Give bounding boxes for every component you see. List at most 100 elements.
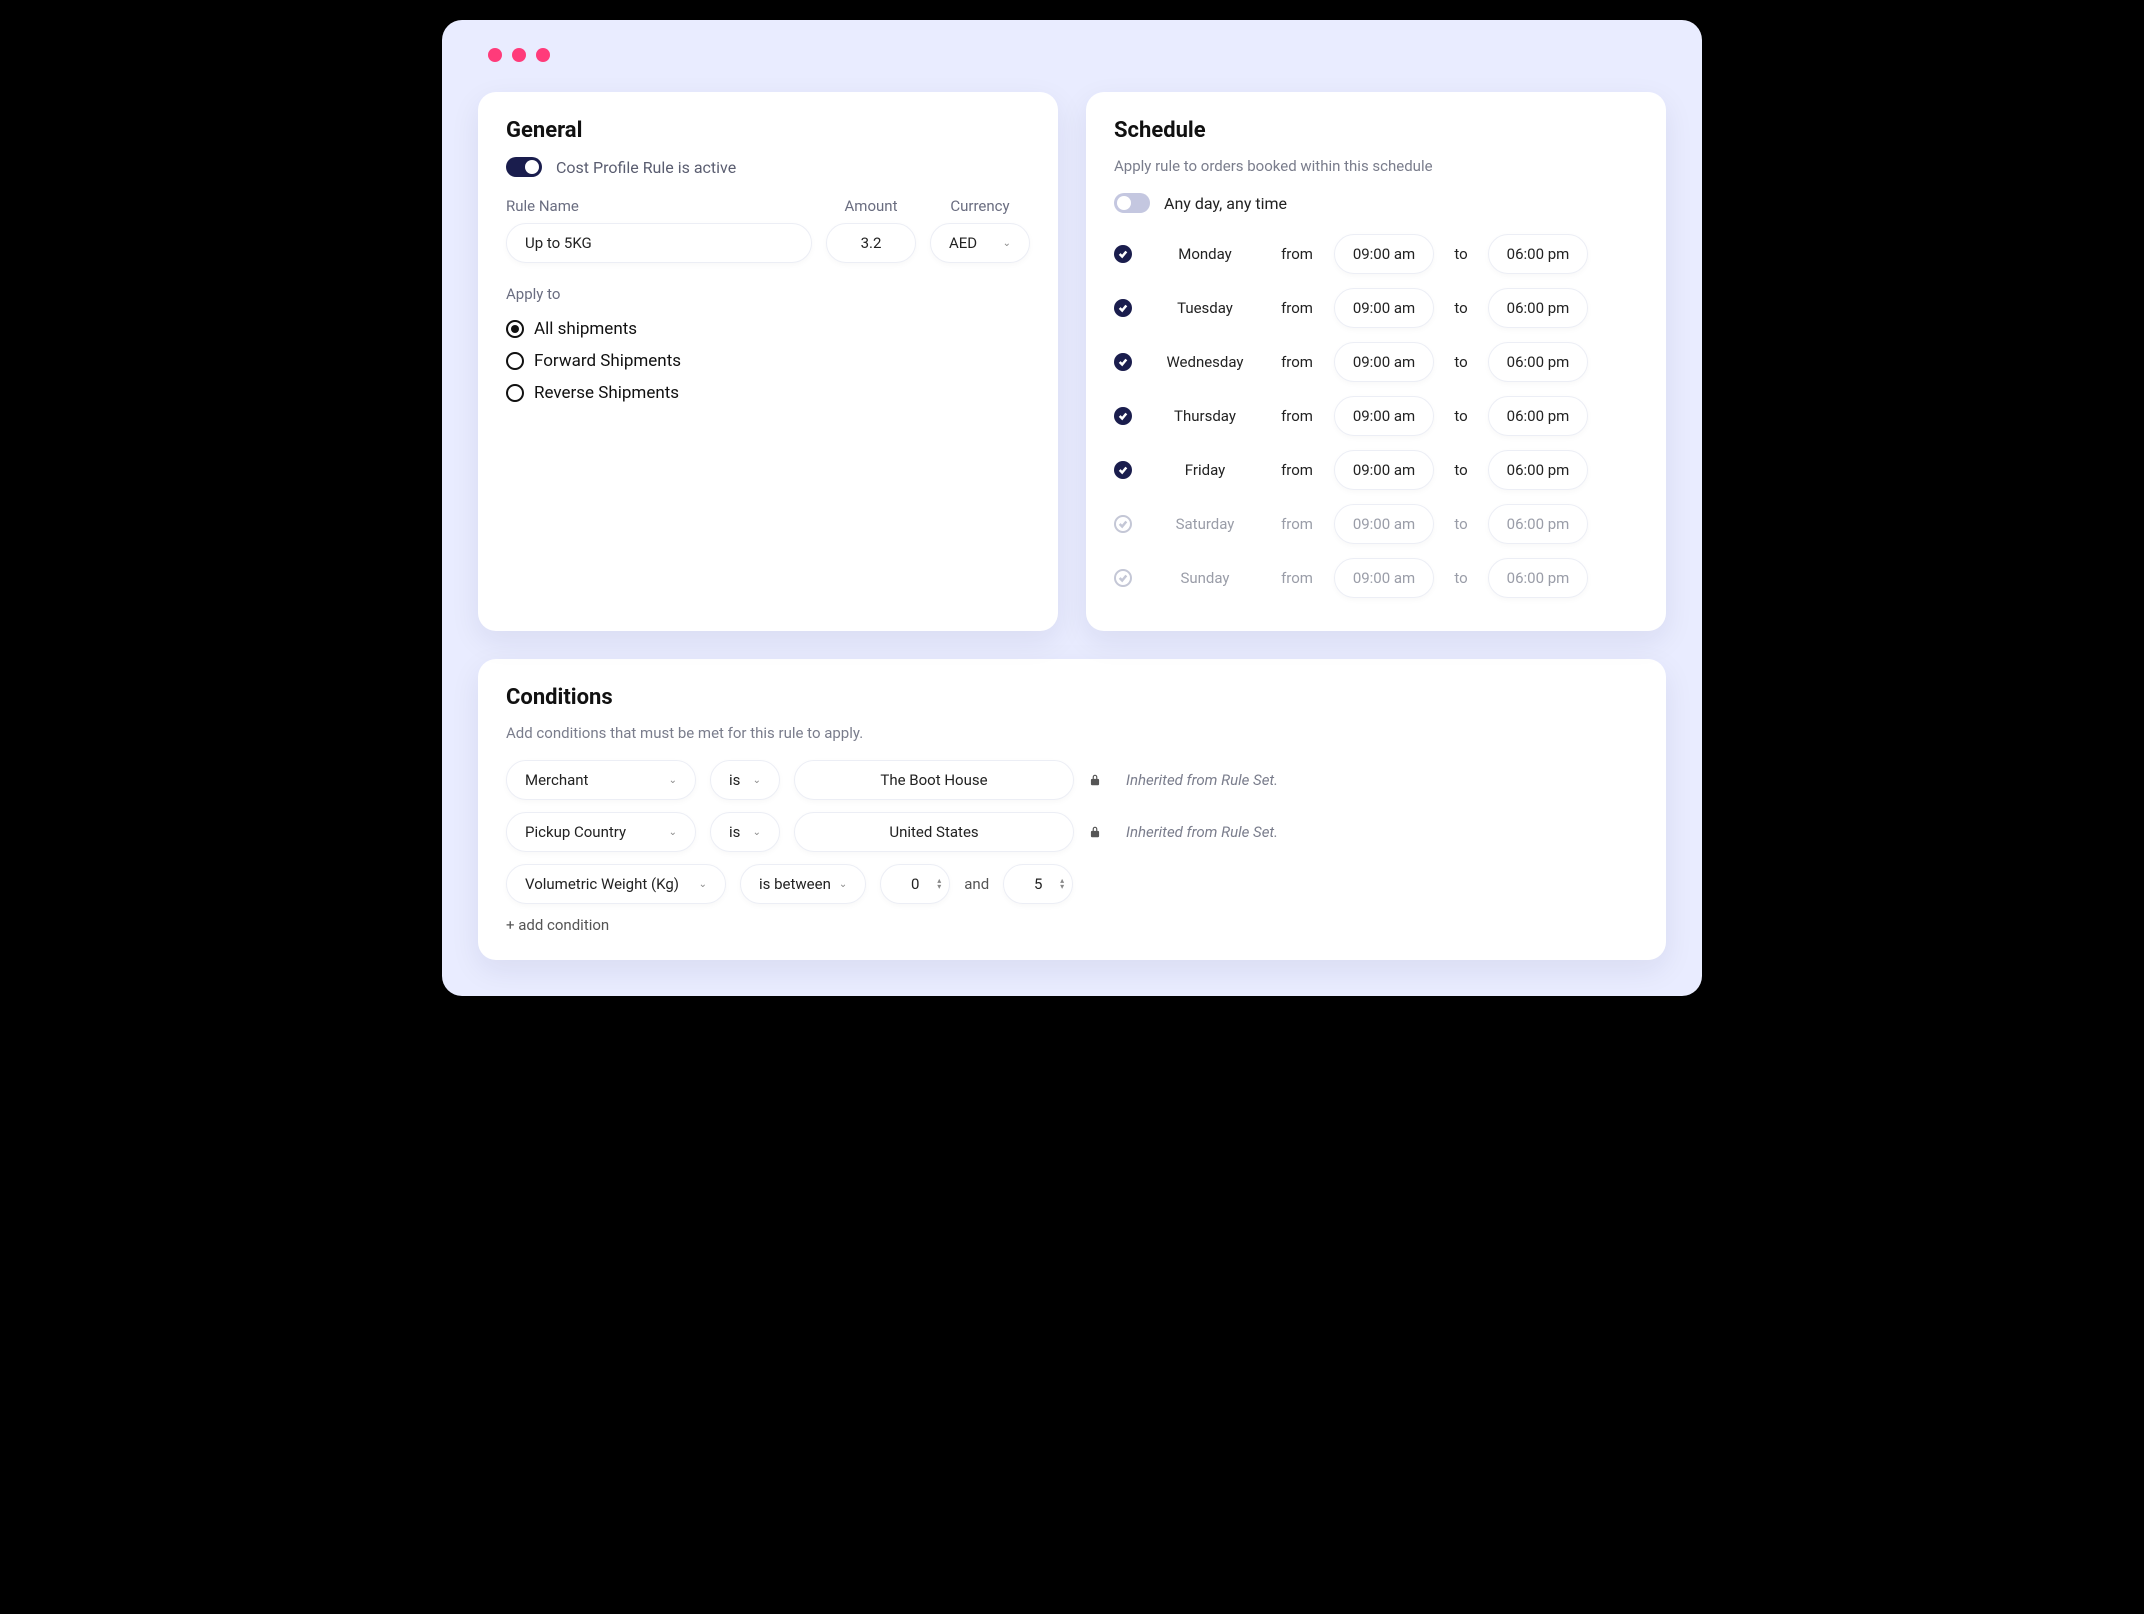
condition-op-value: is: [729, 771, 740, 789]
day-name: Friday: [1150, 461, 1260, 479]
condition-value-input[interactable]: United States: [794, 812, 1074, 852]
range-from-input[interactable]: 0 ▴▾: [880, 864, 950, 904]
traffic-light-max[interactable]: [536, 48, 550, 62]
condition-field-select[interactable]: Volumetric Weight (Kg) ⌄: [506, 864, 726, 904]
to-time-input[interactable]: 06:00 pm: [1488, 558, 1588, 598]
day-name: Tuesday: [1150, 299, 1260, 317]
inherited-label: Inherited from Rule Set.: [1126, 823, 1278, 841]
to-label: to: [1446, 353, 1476, 371]
rule-name-input[interactable]: Up to 5KG: [506, 223, 812, 263]
condition-op-select[interactable]: is between ⌄: [740, 864, 866, 904]
traffic-lights: [488, 48, 1666, 62]
active-toggle[interactable]: [506, 157, 542, 177]
anyday-toggle[interactable]: [1114, 193, 1150, 213]
range-to-input[interactable]: 5 ▴▾: [1003, 864, 1073, 904]
to-time-input[interactable]: 06:00 pm: [1488, 288, 1588, 328]
amount-label: Amount: [826, 197, 916, 215]
chevron-down-icon: ⌄: [839, 879, 847, 890]
anyday-label: Any day, any time: [1164, 194, 1287, 213]
radio-icon: [506, 384, 524, 402]
to-label: to: [1446, 569, 1476, 587]
condition-value: The Boot House: [880, 771, 987, 789]
from-time-input[interactable]: 09:00 am: [1334, 558, 1434, 598]
stepper-icon[interactable]: ▴▾: [937, 878, 941, 890]
schedule-day-row: Wednesday from 09:00 am to 06:00 pm: [1114, 335, 1638, 389]
to-label: to: [1446, 461, 1476, 479]
to-time-input[interactable]: 06:00 pm: [1488, 504, 1588, 544]
radio-icon: [506, 320, 524, 338]
condition-row: Merchant ⌄ is ⌄ The Boot House Inherited…: [506, 760, 1638, 800]
condition-value-input[interactable]: The Boot House: [794, 760, 1074, 800]
apply-option-label: All shipments: [534, 319, 637, 339]
day-check-icon[interactable]: [1114, 353, 1132, 371]
from-time-input[interactable]: 09:00 am: [1334, 396, 1434, 436]
condition-op-select[interactable]: is ⌄: [710, 812, 780, 852]
schedule-card: Schedule Apply rule to orders booked wit…: [1086, 92, 1666, 631]
condition-field-select[interactable]: Pickup Country ⌄: [506, 812, 696, 852]
from-label: from: [1272, 569, 1322, 587]
from-time-input[interactable]: 09:00 am: [1334, 504, 1434, 544]
schedule-day-row: Monday from 09:00 am to 06:00 pm: [1114, 227, 1638, 281]
chevron-down-icon: ⌄: [753, 827, 761, 838]
range-from-value: 0: [911, 875, 919, 893]
to-time-input[interactable]: 06:00 pm: [1488, 450, 1588, 490]
and-label: and: [964, 875, 989, 893]
currency-select[interactable]: AED ⌄: [930, 223, 1030, 263]
inherited-label: Inherited from Rule Set.: [1126, 771, 1278, 789]
traffic-light-min[interactable]: [512, 48, 526, 62]
day-name: Thursday: [1150, 407, 1260, 425]
rule-name-value: Up to 5KG: [525, 234, 592, 252]
chevron-down-icon: ⌄: [753, 775, 761, 786]
day-name: Sunday: [1150, 569, 1260, 587]
from-time-input[interactable]: 09:00 am: [1334, 342, 1434, 382]
condition-field-value: Volumetric Weight (Kg): [525, 875, 679, 893]
condition-field-value: Pickup Country: [525, 823, 626, 841]
condition-field-select[interactable]: Merchant ⌄: [506, 760, 696, 800]
day-check-icon[interactable]: [1114, 245, 1132, 263]
condition-row: Pickup Country ⌄ is ⌄ United States Inhe…: [506, 812, 1638, 852]
amount-input[interactable]: 3.2: [826, 223, 916, 263]
to-time-input[interactable]: 06:00 pm: [1488, 234, 1588, 274]
lock-icon: [1088, 825, 1102, 839]
from-time-input[interactable]: 09:00 am: [1334, 234, 1434, 274]
condition-op-value: is: [729, 823, 740, 841]
conditions-title: Conditions: [506, 685, 1638, 710]
day-check-icon[interactable]: [1114, 407, 1132, 425]
day-name: Wednesday: [1150, 353, 1260, 371]
from-time-input[interactable]: 09:00 am: [1334, 288, 1434, 328]
condition-op-value: is between: [759, 875, 831, 893]
apply-to-label: Apply to: [506, 285, 1030, 303]
schedule-day-row: Saturday from 09:00 am to 06:00 pm: [1114, 497, 1638, 551]
amount-value: 3.2: [861, 234, 882, 252]
conditions-card: Conditions Add conditions that must be m…: [478, 659, 1666, 960]
from-label: from: [1272, 245, 1322, 263]
add-condition-button[interactable]: + add condition: [506, 916, 1638, 934]
day-name: Monday: [1150, 245, 1260, 263]
day-check-icon[interactable]: [1114, 299, 1132, 317]
from-label: from: [1272, 461, 1322, 479]
schedule-subtitle: Apply rule to orders booked within this …: [1114, 157, 1638, 175]
to-time-input[interactable]: 06:00 pm: [1488, 396, 1588, 436]
apply-to-radio[interactable]: Forward Shipments: [506, 345, 1030, 377]
condition-value: United States: [889, 823, 978, 841]
schedule-day-row: Thursday from 09:00 am to 06:00 pm: [1114, 389, 1638, 443]
general-title: General: [506, 118, 1030, 143]
chevron-down-icon: ⌄: [669, 827, 677, 838]
stepper-icon[interactable]: ▴▾: [1060, 878, 1064, 890]
from-label: from: [1272, 515, 1322, 533]
apply-to-radio[interactable]: Reverse Shipments: [506, 377, 1030, 409]
to-time-input[interactable]: 06:00 pm: [1488, 342, 1588, 382]
day-check-icon[interactable]: [1114, 461, 1132, 479]
traffic-light-close[interactable]: [488, 48, 502, 62]
to-label: to: [1446, 299, 1476, 317]
rule-name-label: Rule Name: [506, 197, 812, 215]
chevron-down-icon: ⌄: [669, 775, 677, 786]
day-check-icon[interactable]: [1114, 515, 1132, 533]
chevron-down-icon: ⌄: [1003, 238, 1011, 249]
condition-op-select[interactable]: is ⌄: [710, 760, 780, 800]
from-label: from: [1272, 299, 1322, 317]
schedule-day-row: Sunday from 09:00 am to 06:00 pm: [1114, 551, 1638, 605]
apply-to-radio[interactable]: All shipments: [506, 313, 1030, 345]
day-check-icon[interactable]: [1114, 569, 1132, 587]
from-time-input[interactable]: 09:00 am: [1334, 450, 1434, 490]
